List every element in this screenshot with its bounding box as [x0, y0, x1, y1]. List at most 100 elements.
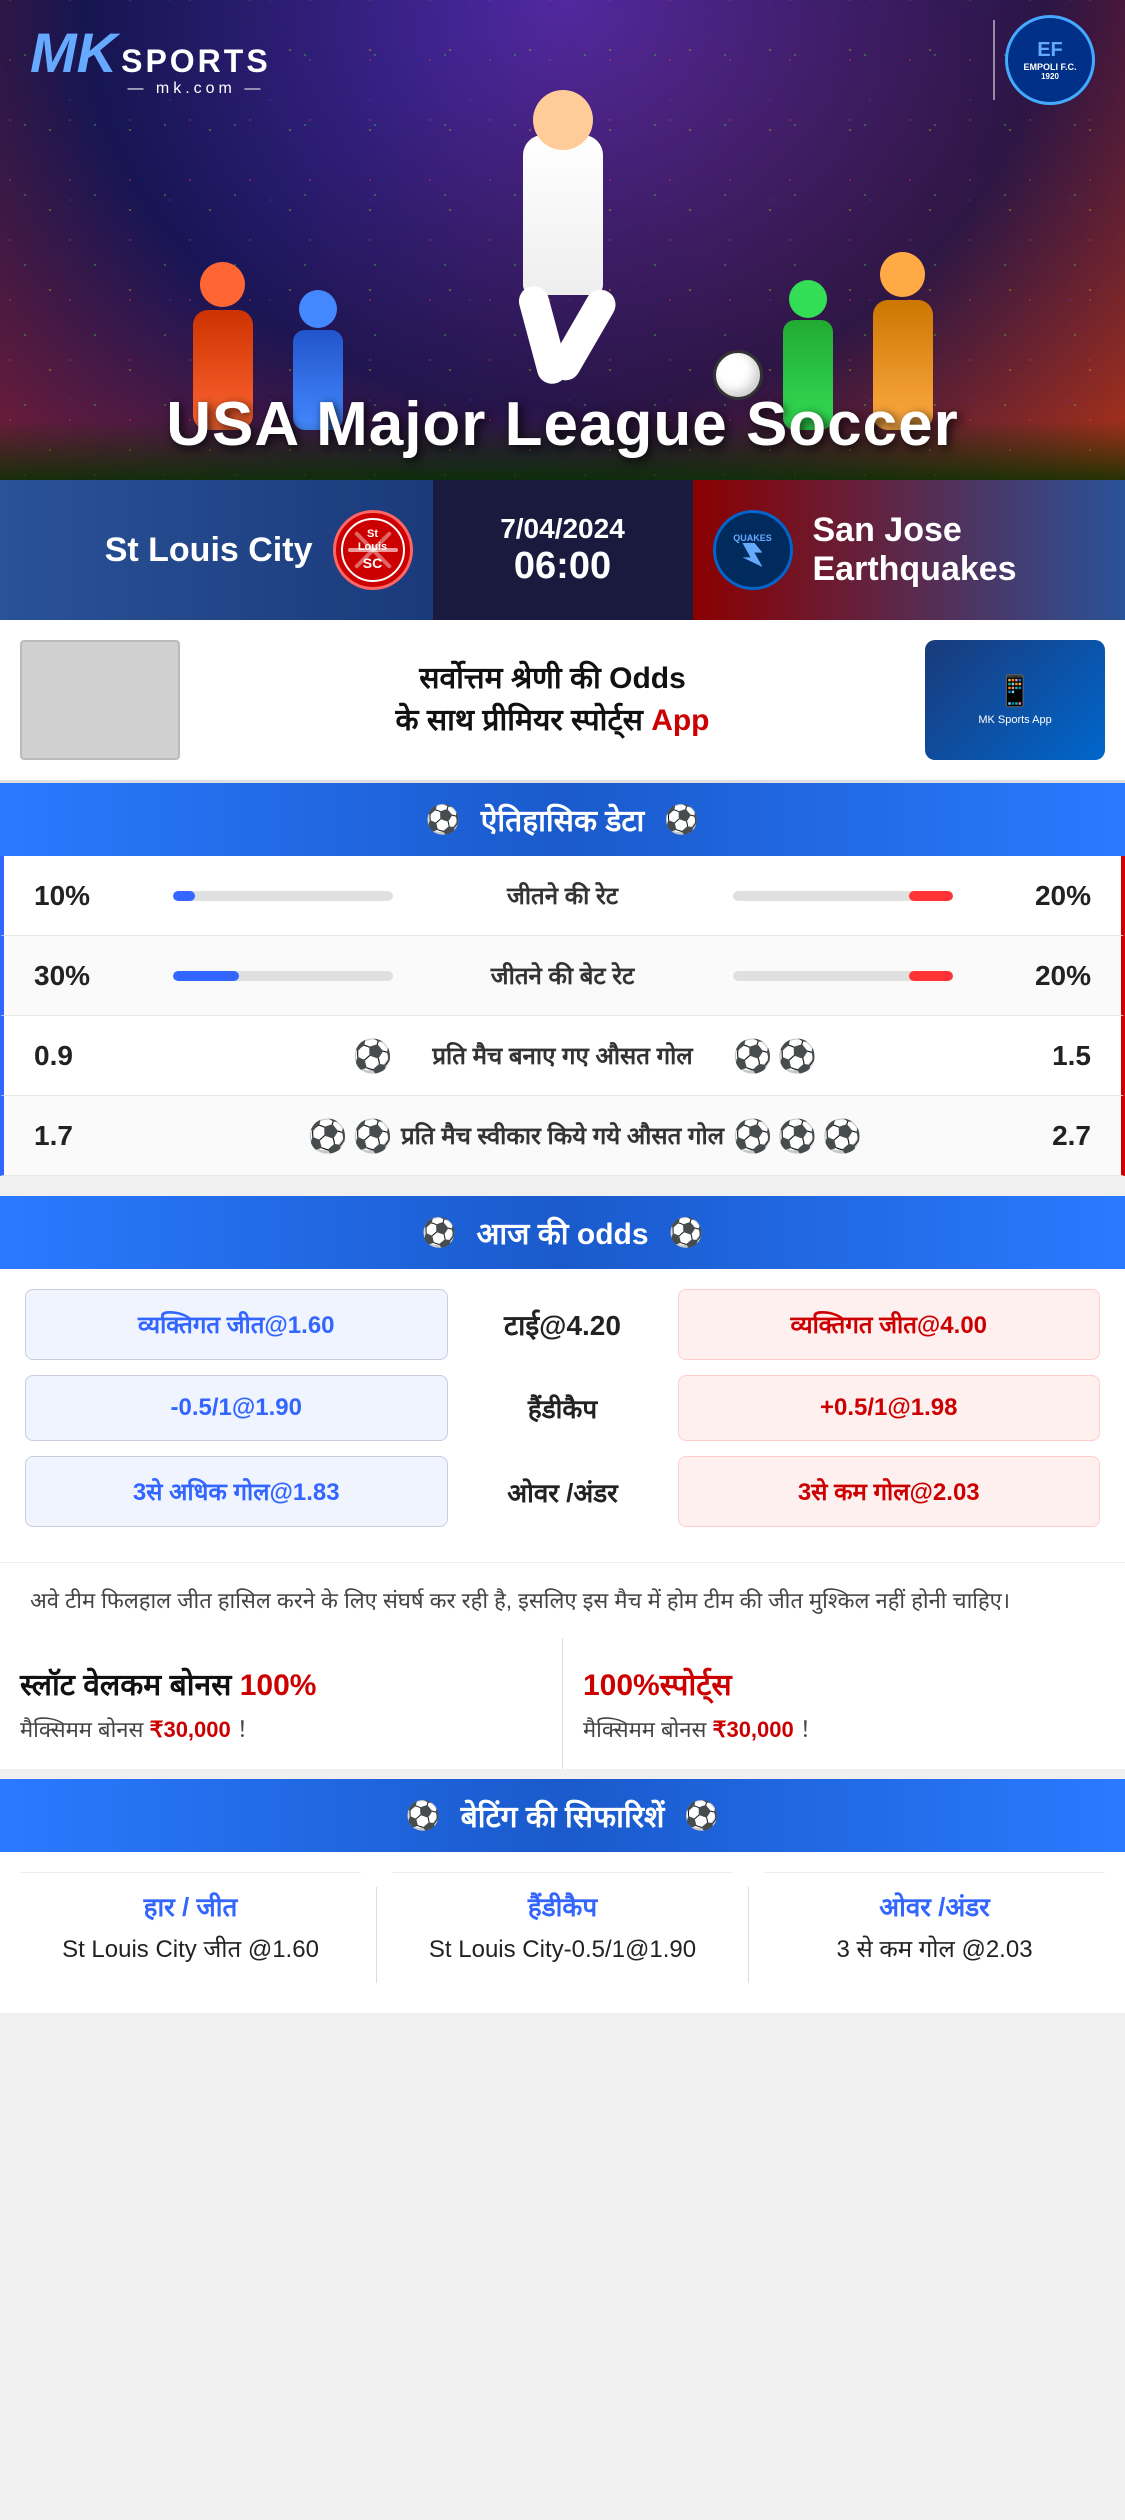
odds-row-2: -0.5/1@1.90 हैंडीकैप +0.5/1@1.98 [25, 1375, 1100, 1441]
reco-type-handicap: हैंडीकैप [528, 1888, 597, 1924]
home-team-section: St Louis City StLouisSC [0, 480, 433, 620]
bonus-slot-title: स्लॉट वेलकम बोनस 100% [20, 1663, 542, 1704]
match-date: 7/04/2024 [500, 513, 625, 545]
bonus-sports-title: 100%स्पोर्ट्स [583, 1663, 1105, 1704]
bonus-slot-subtitle: मैक्सिमम बोनस ₹30,000 ！ [20, 1712, 542, 1744]
stat-row-goals-scored: 0.9 ⚽ प्रति मैच बनाए गए औसत गोल ⚽ ⚽ 1.5 [0, 1016, 1125, 1096]
ball-icon-right-3-1: ⚽ [733, 1037, 773, 1075]
stat-icons-left-4: ⚽ ⚽ [114, 1117, 393, 1155]
stat-label-1: जीतने की रेट [393, 879, 733, 912]
promo-placeholder-image [20, 640, 180, 760]
bar-track-left-1 [173, 891, 393, 901]
reco-type-wl: हार / जीत [144, 1888, 238, 1924]
home-team-logo: StLouisSC [333, 510, 413, 590]
stat-bar-left-1 [114, 891, 393, 901]
disclaimer-section: अवे टीम फिलहाल जीत हासिल करने के लिए संघ… [0, 1562, 1125, 1638]
ball-icon-right-4-3: ⚽ [822, 1117, 862, 1155]
stat-row-win-rate: 10% जीतने की रेट 20% [0, 856, 1125, 936]
stat-bar-right-1 [733, 891, 1012, 901]
home-team-name: St Louis City [105, 531, 313, 570]
odds-section-header: ⚽ आज की odds ⚽ [0, 1196, 1125, 1269]
reco-type-ou: ओवर /अंडर [879, 1888, 990, 1924]
soccer-icon-odds-right: ⚽ [669, 1216, 704, 1249]
odds-section: व्यक्तिगत जीत@1.60 टाई@4.20 व्यक्तिगत जी… [0, 1269, 1125, 1562]
stat-left-val-1: 10% [34, 880, 114, 912]
stat-left-val-4: 1.7 [34, 1120, 114, 1152]
promo-phone-mockup: 📱 MK Sports App [925, 640, 1105, 760]
stat-right-val-2: 20% [1011, 960, 1091, 992]
reco-row: हार / जीत St Louis City जीत @1.60 हैंडीक… [0, 1852, 1125, 1983]
bar-track-right-2 [733, 971, 953, 981]
player-center [493, 70, 633, 410]
stat-right-val-3: 1.5 [1011, 1040, 1091, 1072]
bonus-sports-subtitle: मैक्सिमम बोनस ₹30,000 ！ [583, 1712, 1105, 1744]
hero-players [113, 50, 1013, 430]
soccer-icon-right: ⚽ [664, 803, 699, 836]
stats-table: 10% जीतने की रेट 20% 30% जीतने की बेट रे… [0, 856, 1125, 1176]
soccer-icon-left: ⚽ [426, 803, 461, 836]
bar-fill-left-2 [173, 971, 239, 981]
reco-divider-1 [376, 1887, 377, 1983]
stat-label-4: प्रति मैच स्वीकार किये गये औसत गोल [393, 1119, 733, 1152]
stat-label-3: प्रति मैच बनाए गए औसत गोल [393, 1039, 733, 1072]
hero-banner: MK SPORTS — mk.com — EF EMPOLI F.C. 1920 [0, 0, 1125, 480]
historical-section-header: ⚽ ऐतिहासिक डेटा ⚽ [0, 783, 1125, 856]
reco-divider-2 [748, 1887, 749, 1983]
ball-icon-left-3-1: ⚽ [353, 1037, 393, 1075]
odds-handicap-label: हैंडीकैप [463, 1390, 663, 1426]
odds-row-3: 3से अधिक गोल@1.83 ओवर /अंडर 3से कम गोल@2… [25, 1456, 1100, 1527]
away-team-name: San Jose Earthquakes [813, 511, 1125, 589]
reco-col-handicap: हैंडीकैप St Louis City-0.5/1@1.90 [392, 1872, 733, 1983]
bonus-card-sports[interactable]: 100%स्पोर्ट्स मैक्सिमम बोनस ₹30,000 ！ [563, 1638, 1125, 1769]
ball-icon-left-4-1: ⚽ [308, 1117, 348, 1155]
bar-track-left-2 [173, 971, 393, 981]
stat-icons-right-3: ⚽ ⚽ [733, 1037, 1012, 1075]
odds-row-1: व्यक्तिगत जीत@1.60 टाई@4.20 व्यक्तिगत जी… [25, 1289, 1100, 1360]
stat-row-bet-rate: 30% जीतने की बेट रेट 20% [0, 936, 1125, 1016]
odds-btn-handicap-home[interactable]: -0.5/1@1.90 [25, 1375, 448, 1441]
ball-icon-right-3-2: ⚽ [777, 1037, 817, 1075]
disclaimer-text: अवे टीम फिलहाल जीत हासिल करने के लिए संघ… [30, 1588, 1010, 1613]
odds-title: आज की odds [476, 1212, 648, 1253]
empoli-logo: EF EMPOLI F.C. 1920 [1005, 15, 1095, 105]
away-team-section: QUAKES San Jose Earthquakes [693, 480, 1125, 620]
stat-bar-left-2 [114, 971, 393, 981]
promo-banner[interactable]: सर्वोत्तम श्रेणी की Odds के साथ प्रीमियर… [0, 620, 1125, 783]
stat-label-2: जीतने की बेट रेट [393, 959, 733, 992]
bar-fill-right-2 [909, 971, 953, 981]
odds-btn-away-win[interactable]: व्यक्तिगत जीत@4.00 [678, 1289, 1101, 1360]
stat-right-val-1: 20% [1011, 880, 1091, 912]
match-header: St Louis City StLouisSC 7/04/2024 06:00 … [0, 480, 1125, 620]
odds-btn-handicap-away[interactable]: +0.5/1@1.98 [678, 1375, 1101, 1441]
soccer-icon-reco-right: ⚽ [684, 1799, 719, 1832]
soccer-icon-odds-left: ⚽ [422, 1216, 457, 1249]
promo-text: सर्वोत्तम श्रेणी की Odds के साथ प्रीमियर… [200, 658, 905, 742]
match-center: 7/04/2024 06:00 [433, 480, 693, 620]
ball-icon-right-4-1: ⚽ [733, 1117, 773, 1155]
odds-btn-home-win[interactable]: व्यक्तिगत जीत@1.60 [25, 1289, 448, 1360]
bar-fill-left-1 [173, 891, 195, 901]
stat-left-val-2: 30% [34, 960, 114, 992]
reco-title: बेटिंग की सिफारिशें [461, 1795, 665, 1836]
reco-detail-wl: St Louis City जीत @1.60 [62, 1932, 319, 1968]
away-team-logo: QUAKES [713, 510, 793, 590]
stat-icons-left-3: ⚽ [114, 1037, 393, 1075]
ball-icon-left-4-2: ⚽ [353, 1117, 393, 1155]
odds-btn-over[interactable]: 3से अधिक गोल@1.83 [25, 1456, 448, 1527]
stat-left-val-3: 0.9 [34, 1040, 114, 1072]
recommendations-section: हार / जीत St Louis City जीत @1.60 हैंडीक… [0, 1852, 1125, 2013]
odds-ou-label: ओवर /अंडर [463, 1474, 663, 1510]
soccer-icon-reco-left: ⚽ [406, 1799, 441, 1832]
stat-icons-right-4: ⚽ ⚽ ⚽ [733, 1117, 1012, 1155]
stat-row-goals-conceded: 1.7 ⚽ ⚽ प्रति मैच स्वीकार किये गये औसत ग… [0, 1096, 1125, 1176]
reco-col-ou: ओवर /अंडर 3 से कम गोल @2.03 [764, 1872, 1105, 1983]
match-time: 06:00 [514, 545, 611, 588]
stat-right-val-4: 2.7 [1011, 1120, 1091, 1152]
bonus-section[interactable]: स्लॉट वेलकम बोनस 100% मैक्सिमम बोनस ₹30,… [0, 1638, 1125, 1769]
odds-btn-under[interactable]: 3से कम गोल@2.03 [678, 1456, 1101, 1527]
reco-detail-handicap: St Louis City-0.5/1@1.90 [429, 1932, 696, 1968]
bar-track-right-1 [733, 891, 953, 901]
historical-title: ऐतिहासिक डेटा [481, 799, 645, 840]
stat-bar-right-2 [733, 971, 1012, 981]
bonus-card-slot[interactable]: स्लॉट वेलकम बोनस 100% मैक्सिमम बोनस ₹30,… [0, 1638, 563, 1769]
